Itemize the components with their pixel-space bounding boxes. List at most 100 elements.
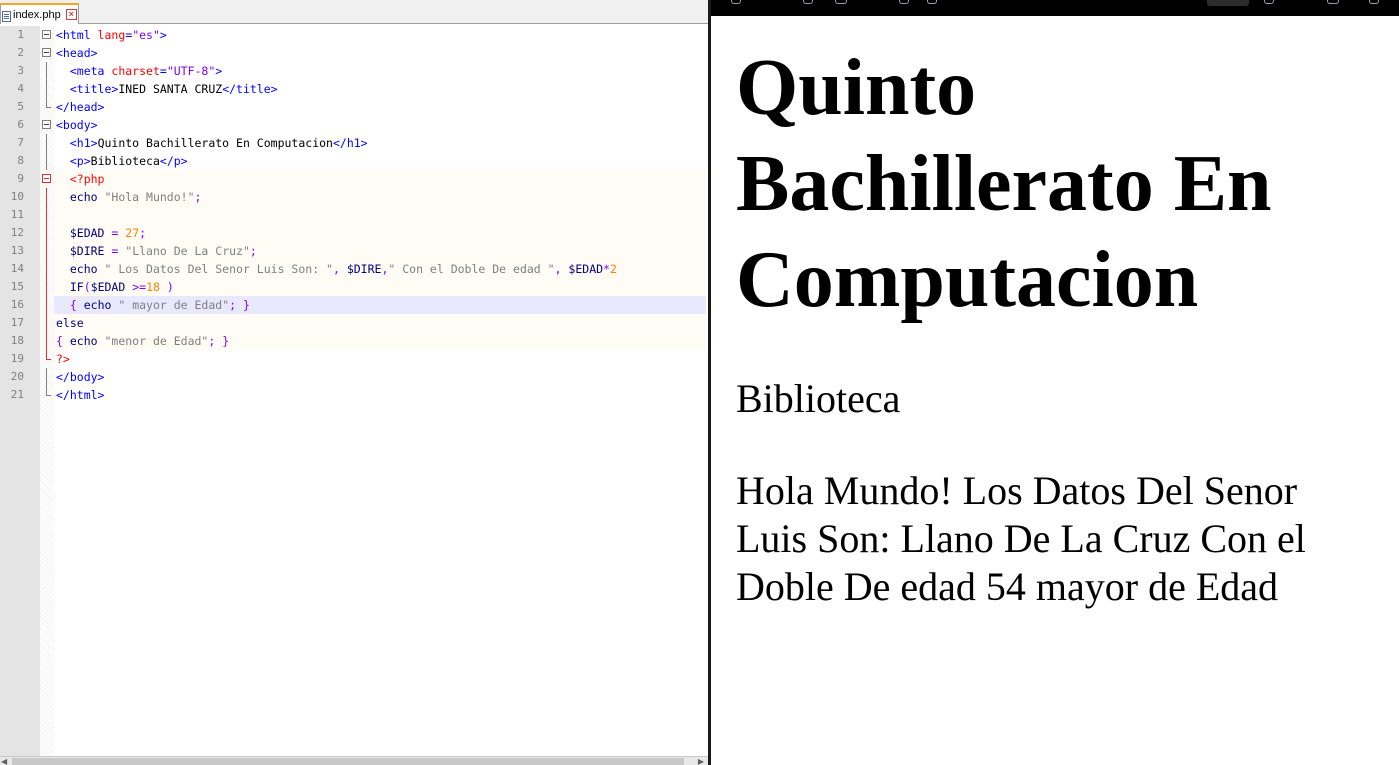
- fold-guide: [46, 278, 47, 296]
- line-number: 21: [10, 388, 24, 401]
- line-number: 14: [10, 262, 24, 275]
- fold-marker: [42, 260, 51, 278]
- collapse-icon: [42, 120, 51, 129]
- home-icon[interactable]: [835, 0, 847, 4]
- code-text: { echo " mayor de Edad"; }: [69, 298, 250, 312]
- fold-end-icon: [46, 98, 51, 108]
- code-line[interactable]: 5 </head>: [0, 98, 700, 116]
- line-number: 7: [17, 136, 24, 149]
- php-block-background: [54, 224, 706, 242]
- fold-marker: [42, 332, 51, 350]
- fold-marker[interactable]: [42, 170, 51, 188]
- line-number: 12: [10, 226, 24, 239]
- tab-index-php[interactable]: index.php ×: [0, 3, 79, 24]
- code-text: <body>: [56, 118, 98, 132]
- fold-guide: [46, 62, 47, 80]
- close-icon[interactable]: ×: [65, 9, 77, 20]
- code-line[interactable]: 8 <p>Biblioteca</p>: [0, 152, 700, 170]
- line-number: 1: [17, 28, 24, 41]
- code-text: </body>: [56, 370, 105, 384]
- code-line[interactable]: 12 $EDAD = 27;: [0, 224, 706, 242]
- code-line[interactable]: 11: [0, 206, 706, 224]
- line-number: 8: [17, 154, 24, 167]
- page-heading: Quinto Bachillerato En Computacion: [736, 44, 1272, 324]
- line-number: 9: [17, 172, 24, 185]
- collapse-icon: [42, 48, 51, 57]
- code-line[interactable]: 2 <head>: [0, 44, 700, 62]
- scroll-left-icon[interactable]: ◀: [1, 757, 7, 765]
- scrollbar-thumb[interactable]: [12, 758, 684, 765]
- fold-guide: [46, 242, 47, 260]
- code-line[interactable]: 3 <meta charset="UTF-8">: [0, 62, 700, 80]
- php-output: Hola Mundo! Los Datos Del Senor Luis Son…: [736, 468, 1306, 609]
- fold-marker: [42, 152, 51, 170]
- code-text: </html>: [56, 388, 105, 402]
- code-line[interactable]: 14 echo " Los Datos Del Senor Luis Son: …: [0, 260, 706, 278]
- fold-marker: [42, 62, 51, 80]
- fold-marker: [42, 386, 51, 404]
- address-action[interactable]: [1207, 0, 1249, 6]
- code-line[interactable]: 17 else: [0, 314, 706, 332]
- code-line[interactable]: 4 <title>INED SANTA CRUZ</title>: [0, 80, 700, 98]
- editor-tab-bar: index.php ×: [0, 0, 708, 24]
- code-editor-pane[interactable]: index.php × 1 <html lang="es"> 2 <head> 3 <m…: [0, 0, 708, 765]
- line-number: 18: [10, 334, 24, 347]
- line-number: 4: [17, 82, 24, 95]
- code-line[interactable]: 18 { echo "menor de Edad"; }: [0, 332, 706, 350]
- lock-icon: [927, 0, 937, 4]
- php-block-background: [54, 206, 706, 224]
- fold-guide: [46, 80, 47, 98]
- line-number: 19: [10, 352, 24, 365]
- code-line[interactable]: 15 IF($EDAD >=18 ): [0, 278, 706, 296]
- code-line[interactable]: 13 $DIRE = "Llano De La Cruz";: [0, 242, 706, 260]
- code-text: <meta charset="UTF-8">: [69, 64, 223, 78]
- fold-guide: [46, 332, 47, 350]
- fold-marker: [42, 98, 51, 116]
- fold-guide: [46, 260, 47, 278]
- line-number: 13: [10, 244, 24, 257]
- code-line[interactable]: 9 <?php: [0, 170, 706, 188]
- line-number: 11: [10, 208, 24, 221]
- code-line[interactable]: 21 </html>: [0, 386, 700, 404]
- fold-marker[interactable]: [42, 44, 51, 62]
- fold-marker: [42, 350, 51, 368]
- fold-guide: [46, 152, 47, 170]
- tab-label: index.php: [13, 8, 61, 21]
- code-line[interactable]: 10 echo "Hola Mundo!";: [0, 188, 706, 206]
- code-text: <?php: [69, 172, 105, 186]
- code-line[interactable]: 16 { echo " mayor de Edad"; }: [0, 296, 706, 314]
- fold-marker: [42, 368, 51, 386]
- fold-end-icon: [46, 350, 51, 360]
- fold-marker: [42, 206, 51, 224]
- fold-marker: [42, 278, 51, 296]
- code-line[interactable]: 19 ?>: [0, 350, 700, 368]
- code-line[interactable]: 7 <h1>Quinto Bachillerato En Computacion…: [0, 134, 700, 152]
- code-line[interactable]: 1 <html lang="es">: [0, 26, 700, 44]
- reload-icon[interactable]: [803, 0, 813, 4]
- fold-marker: [42, 314, 51, 332]
- fold-marker[interactable]: [42, 116, 51, 134]
- line-number: 6: [17, 118, 24, 131]
- account-icon[interactable]: [1327, 0, 1339, 4]
- php-block-background: [54, 314, 706, 332]
- back-icon[interactable]: [731, 0, 741, 4]
- code-line[interactable]: 20 </body>: [0, 368, 700, 386]
- page-paragraph: Biblioteca: [736, 376, 901, 421]
- fold-guide: [46, 206, 47, 224]
- fold-guide: [46, 296, 47, 314]
- rendered-page: Quinto Bachillerato En Computacion Bibli…: [736, 40, 1376, 611]
- fold-marker[interactable]: [42, 26, 51, 44]
- line-number: 2: [17, 46, 24, 59]
- menu-icon[interactable]: [1369, 0, 1379, 4]
- code-text: echo " Los Datos Del Senor Luis Son: ", …: [69, 262, 617, 276]
- code-text: <head>: [56, 46, 98, 60]
- code-text: <p>Biblioteca</p>: [69, 154, 188, 168]
- scroll-right-icon[interactable]: ▶: [698, 757, 704, 765]
- horizontal-scrollbar[interactable]: ◀ ▶: [0, 756, 708, 765]
- star-icon[interactable]: [1264, 0, 1274, 4]
- code-line[interactable]: 6 <body>: [0, 116, 700, 134]
- fold-guide: [46, 134, 47, 152]
- fold-guide: [46, 368, 47, 386]
- fold-marker: [42, 242, 51, 260]
- code-text: </head>: [56, 100, 105, 114]
